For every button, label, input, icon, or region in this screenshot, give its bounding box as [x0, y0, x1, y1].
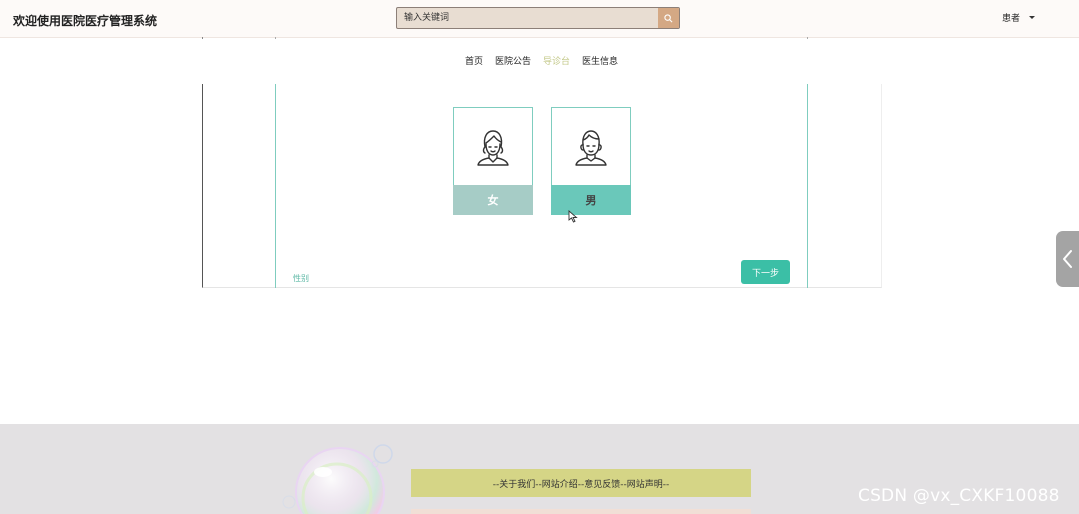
- nav-item-doctors[interactable]: 医生信息: [582, 54, 618, 68]
- caret-down-icon: [1029, 15, 1036, 19]
- gender-option-female[interactable]: 女: [453, 107, 533, 215]
- main-nav: 首页 医院公告 导诊台 医生信息: [465, 54, 630, 68]
- search-input[interactable]: [397, 8, 659, 28]
- mouse-cursor-icon: [568, 210, 578, 223]
- footer-strip: [411, 509, 751, 514]
- user-label: 患者: [1002, 13, 1021, 24]
- gender-label-male: 男: [551, 185, 631, 215]
- site-title: 欢迎使用医院医疗管理系统: [13, 14, 158, 28]
- frame-tick: [807, 37, 808, 39]
- next-step-button[interactable]: 下一步: [741, 260, 790, 284]
- user-menu[interactable]: 患者: [1002, 10, 1036, 24]
- search-button[interactable]: [658, 8, 679, 28]
- female-avatar-icon: [454, 108, 532, 186]
- bubbles-decoration: [282, 444, 393, 514]
- content-panel: [275, 84, 808, 288]
- nav-item-announcements[interactable]: 医院公告: [495, 54, 531, 68]
- gender-field-label: 性别: [293, 274, 309, 283]
- male-avatar-icon: [552, 108, 630, 186]
- chevron-left-icon: [1062, 250, 1072, 268]
- nav-item-home[interactable]: 首页: [465, 54, 483, 68]
- side-panel-toggle[interactable]: [1056, 231, 1079, 287]
- nav-item-triage[interactable]: 导诊台: [543, 54, 570, 68]
- search-icon: [664, 13, 673, 22]
- top-header: 欢迎使用医院医疗管理系统 患者: [0, 0, 1079, 38]
- watermark: CSDN @vx_CXKF10088: [858, 486, 1060, 506]
- footer-links[interactable]: --关于我们--网站介绍--意见反馈--网站声明--: [411, 469, 751, 497]
- search-box: [396, 7, 680, 29]
- gender-label-female: 女: [453, 185, 533, 215]
- gender-option-male[interactable]: 男: [551, 107, 631, 215]
- frame-tick: [202, 37, 203, 39]
- frame-tick: [275, 37, 276, 39]
